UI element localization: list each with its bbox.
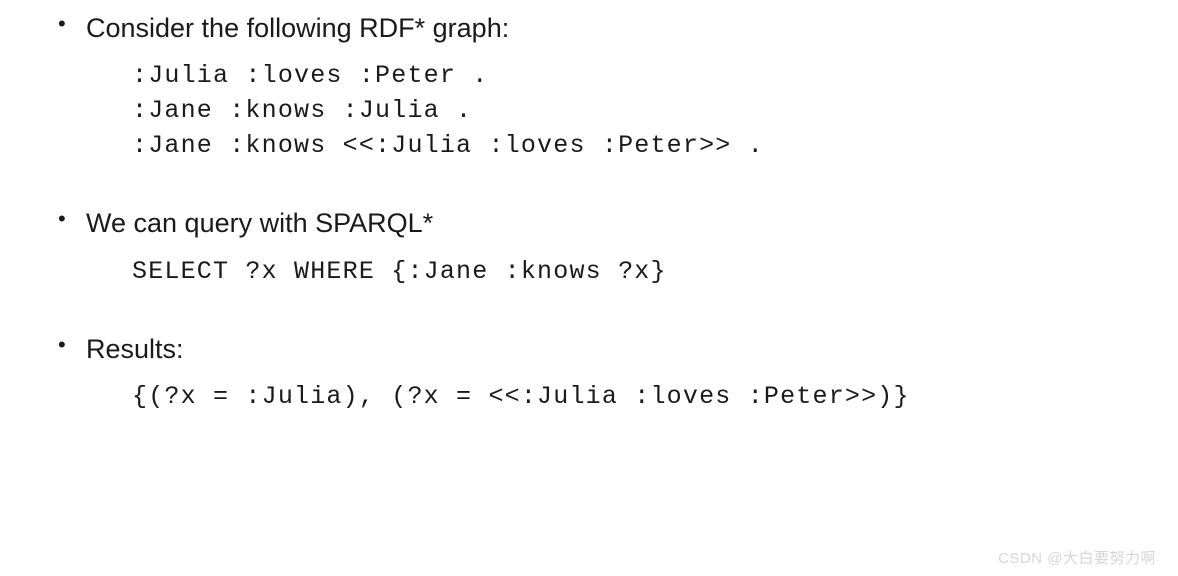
section-rdf-graph: • Consider the following RDF* graph: :Ju… <box>40 10 1138 163</box>
bullet-icon: • <box>40 205 86 234</box>
section-results: • Results: {(?x = :Julia), (?x = <<:Juli… <box>40 331 1138 414</box>
code-sparql-query: SELECT ?x WHERE {:Jane :knows ?x} <box>132 254 1138 289</box>
heading-results: Results: <box>86 331 184 367</box>
bullet-icon: • <box>40 331 86 360</box>
code-results: {(?x = :Julia), (?x = <<:Julia :loves :P… <box>132 379 1138 414</box>
watermark-text: CSDN @大白要努力啊 <box>998 547 1156 568</box>
bullet-icon: • <box>40 10 86 39</box>
heading-rdf-graph: Consider the following RDF* graph: <box>86 10 509 46</box>
section-sparql-query: • We can query with SPARQL* SELECT ?x WH… <box>40 205 1138 288</box>
code-rdf-graph: :Julia :loves :Peter . :Jane :knows :Jul… <box>132 58 1138 163</box>
bullet-row: • Consider the following RDF* graph: <box>40 10 1138 46</box>
bullet-row: • We can query with SPARQL* <box>40 205 1138 241</box>
bullet-row: • Results: <box>40 331 1138 367</box>
heading-sparql-query: We can query with SPARQL* <box>86 205 433 241</box>
